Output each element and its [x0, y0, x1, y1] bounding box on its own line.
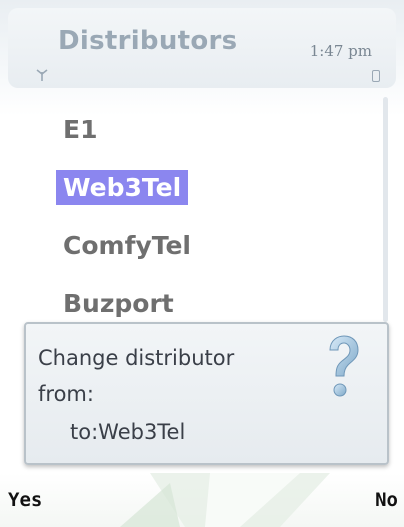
- no-softkey[interactable]: No: [375, 489, 398, 511]
- battery-icon: [372, 70, 380, 82]
- list-item-label: Web3Tel: [56, 169, 189, 205]
- phone-screen: Distributors 1:47 pm E1 Web3Tel ComfyTel…: [0, 0, 404, 527]
- softkey-bar: Yes No: [0, 473, 404, 527]
- title-bar: Distributors 1:47 pm: [8, 8, 396, 88]
- dialog-message-line3: to:Web3Tel: [70, 420, 186, 444]
- list-item-label: Buzport: [63, 288, 174, 318]
- yes-softkey[interactable]: Yes: [8, 489, 42, 511]
- list-item-label: E1: [63, 114, 98, 144]
- clock-time: 1:47 pm: [309, 42, 372, 60]
- dialog-message-line1: Change distributor: [38, 346, 235, 370]
- list-item-web3tel[interactable]: Web3Tel: [56, 158, 356, 216]
- scrollbar[interactable]: [383, 97, 388, 322]
- page-title: Distributors: [58, 26, 238, 56]
- confirm-dialog: Change distributor from: to:Web3Tel: [24, 322, 389, 465]
- question-mark-icon: [329, 335, 359, 397]
- distributor-list[interactable]: E1 Web3Tel ComfyTel Buzport: [56, 100, 356, 332]
- dialog-message-line2: from:: [38, 382, 94, 406]
- list-item-comfytel[interactable]: ComfyTel: [56, 216, 356, 274]
- softkey-decoration: [120, 473, 330, 527]
- signal-antenna-icon: [36, 69, 48, 81]
- list-item-e1[interactable]: E1: [56, 100, 356, 158]
- list-item-label: ComfyTel: [63, 230, 192, 260]
